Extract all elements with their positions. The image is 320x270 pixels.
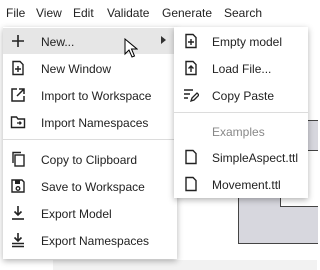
external-link-icon — [11, 88, 25, 102]
menu-item-new[interactable]: New... — [3, 28, 177, 54]
menu-item-copy-clipboard[interactable]: Copy to Clipboard — [3, 146, 177, 172]
download-icon — [12, 206, 24, 220]
menu-item-label: Import Namespaces — [41, 116, 149, 130]
menu-separator — [3, 139, 177, 140]
submenu-item-empty-model[interactable]: Empty model — [174, 28, 308, 54]
submenu-item-label: Load File... — [212, 62, 272, 76]
menu-item-label: Export Model — [41, 207, 112, 221]
canvas-area — [53, 260, 317, 270]
menu-item-import-workspace[interactable]: Import to Workspace — [3, 82, 177, 108]
menu-separator — [174, 112, 308, 113]
menu-view[interactable]: View — [36, 6, 62, 20]
plus-icon — [12, 35, 24, 47]
menu-item-save-workspace[interactable]: Save to Workspace — [3, 173, 177, 199]
new-submenu: Empty model Load File... Copy Paste Exam… — [174, 27, 308, 198]
menu-bar: File View Edit Validate Generate Search — [0, 0, 317, 27]
new-window-icon — [12, 60, 24, 76]
section-label-examples: Examples — [212, 125, 265, 139]
submenu-item-copy-paste[interactable]: Copy Paste — [174, 82, 308, 108]
submenu-item-load-file[interactable]: Load File... — [174, 55, 308, 81]
upload-file-icon — [185, 60, 197, 76]
submenu-item-label: Empty model — [212, 35, 283, 49]
menu-item-label: Import to Workspace — [41, 89, 152, 103]
chevron-right-icon — [161, 36, 166, 44]
menu-edit[interactable]: Edit — [73, 6, 94, 20]
menu-validate[interactable]: Validate — [107, 6, 149, 20]
file-icon — [185, 176, 197, 192]
submenu-item-label: SimpleAspect.ttl — [212, 151, 299, 165]
menu-item-label: New Window — [41, 62, 112, 76]
submenu-item-label: Copy Paste — [212, 89, 275, 103]
save-icon — [11, 179, 25, 193]
menu-item-import-namespaces[interactable]: Import Namespaces — [3, 109, 177, 135]
menu-item-export-model[interactable]: Export Model — [3, 200, 177, 226]
menu-item-new-window[interactable]: New Window — [3, 55, 177, 81]
menu-search[interactable]: Search — [224, 6, 262, 20]
menu-item-export-namespaces[interactable]: Export Namespaces — [3, 227, 177, 253]
menu-generate[interactable]: Generate — [162, 6, 212, 20]
submenu-item-example[interactable]: SimpleAspect.ttl — [174, 144, 308, 170]
menu-item-label: Copy to Clipboard — [41, 153, 138, 167]
menu-item-label: Save to Workspace — [41, 180, 145, 194]
mouse-cursor-icon — [124, 38, 138, 58]
copy-icon — [12, 151, 25, 167]
paste-text-icon — [184, 89, 199, 103]
new-file-icon — [185, 33, 197, 49]
submenu-item-label: Movement.ttl — [212, 178, 281, 192]
submenu-item-example[interactable]: Movement.ttl — [174, 171, 308, 197]
file-icon — [185, 149, 197, 165]
download-underline-icon — [12, 233, 24, 248]
menu-item-label: New... — [41, 35, 75, 49]
file-menu: New... New Window Import to Workspace Im… — [3, 27, 177, 259]
folder-link-icon — [10, 116, 26, 129]
menu-file[interactable]: File — [6, 6, 25, 20]
menu-item-label: Export Namespaces — [41, 234, 150, 248]
